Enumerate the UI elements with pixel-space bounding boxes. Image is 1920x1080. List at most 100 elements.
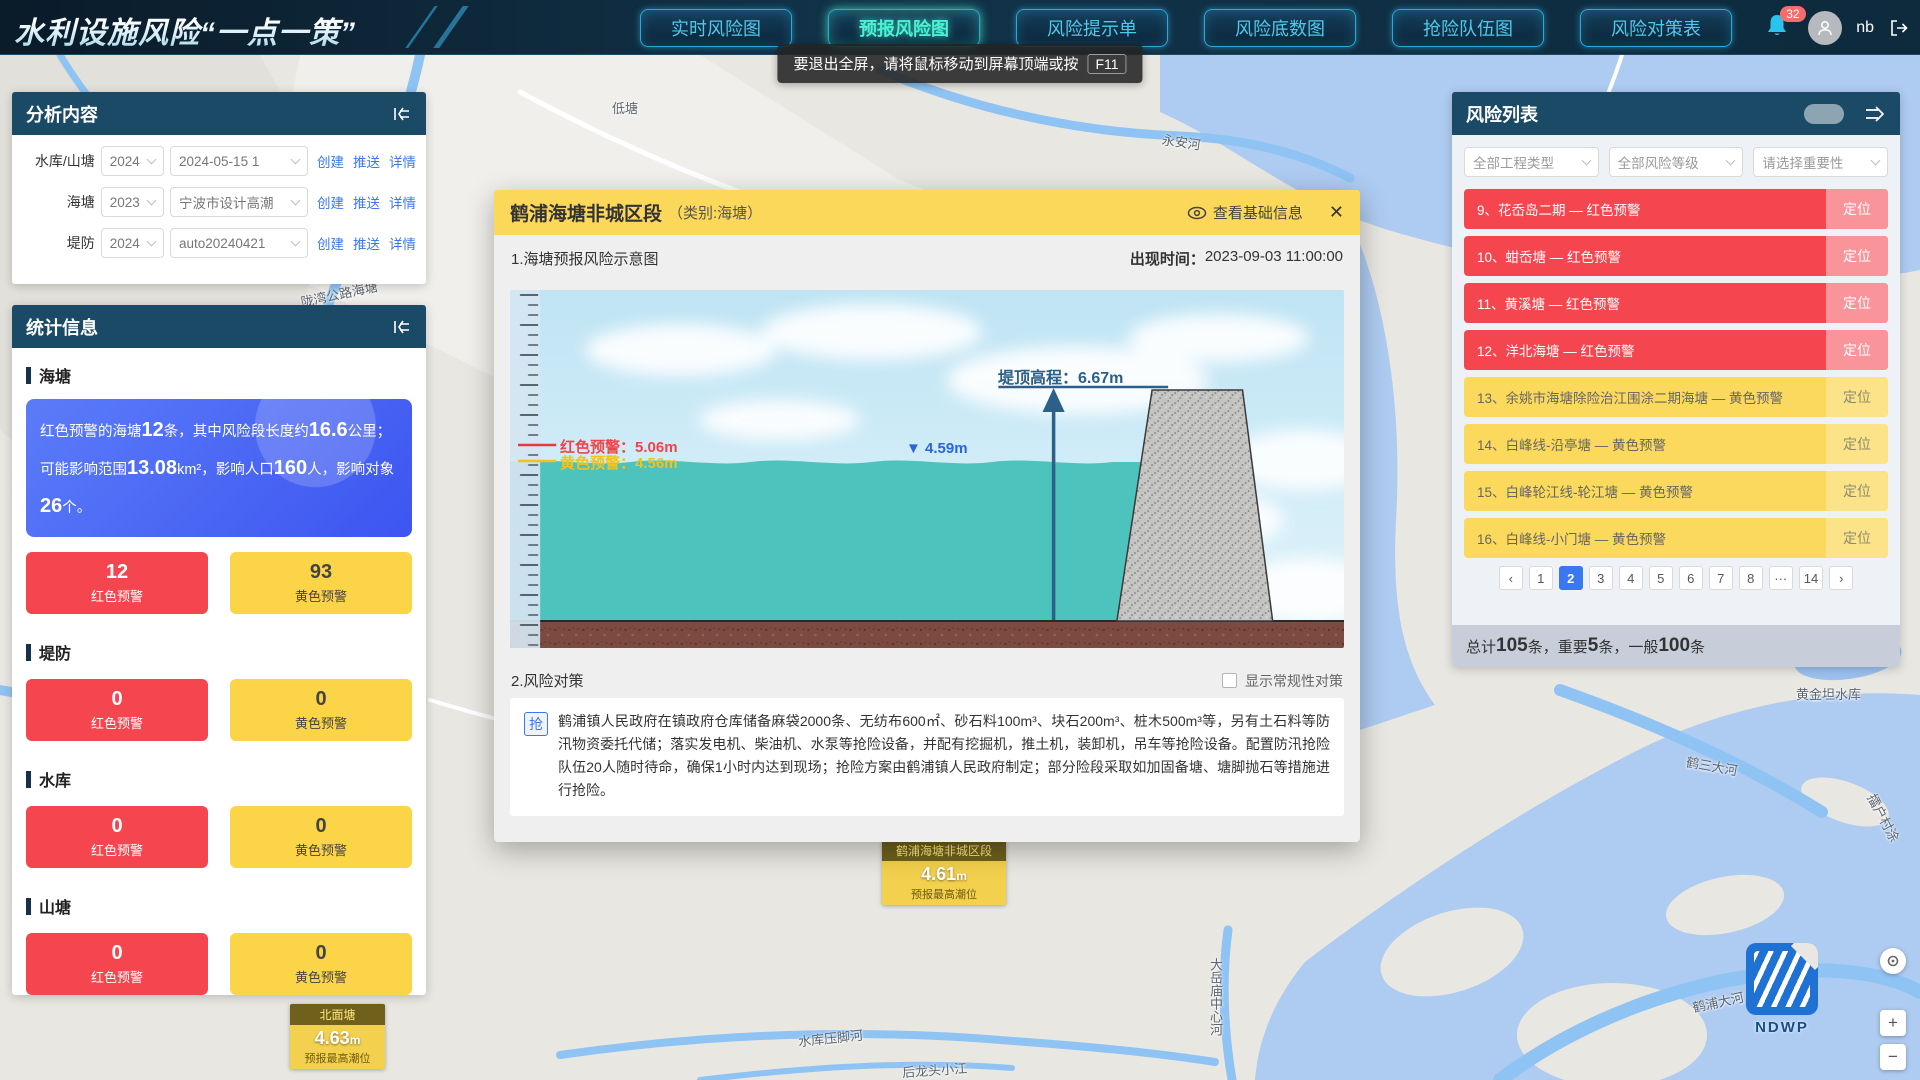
- locate-button[interactable]: 定位: [1826, 236, 1888, 276]
- locate-button[interactable]: 定位: [1826, 189, 1888, 229]
- locate-icon: [1886, 954, 1900, 968]
- expand-right-icon[interactable]: [1864, 106, 1886, 122]
- water-level-marker-icon: ▼: [906, 440, 921, 457]
- risk-item[interactable]: 15、白峰轮江线-轮江塘 — 黄色预警定位: [1464, 471, 1888, 511]
- risk-level-filter[interactable]: 全部风险等级: [1609, 147, 1744, 177]
- page-button[interactable]: 1: [1529, 566, 1553, 590]
- tide-badge-caption: 预报最高潮位: [290, 1050, 385, 1069]
- locate-button[interactable]: 定位: [1826, 283, 1888, 323]
- page-button[interactable]: 4: [1619, 566, 1643, 590]
- risk-item[interactable]: 9、花岙岛二期 — 红色预警定位: [1464, 189, 1888, 229]
- nav-risk-countermeasure-table[interactable]: 风险对策表: [1580, 9, 1732, 47]
- analysis-row-dike: 堤防 2024 auto20240421 创建 推送 详情: [22, 228, 416, 258]
- risk-list-toggle[interactable]: [1804, 104, 1844, 124]
- modal-meta-row: 1.海塘预报风险示意图 出现时间： 2023-09-03 11:00:00: [511, 248, 1343, 269]
- reservoir-red-warning-card[interactable]: 0红色预警: [26, 806, 208, 868]
- notification-button[interactable]: 32: [1764, 12, 1794, 44]
- push-link[interactable]: 推送: [353, 192, 380, 212]
- dike-yellow-warning-card[interactable]: 0黄色预警: [230, 679, 412, 741]
- nav-realtime-risk-map[interactable]: 实时风险图: [640, 9, 792, 47]
- pond-red-warning-card[interactable]: 0红色预警: [26, 933, 208, 995]
- chevron-down-icon: [291, 155, 301, 165]
- create-link[interactable]: 创建: [317, 192, 344, 212]
- risk-filters: 全部工程类型 全部风险等级 请选择重要性: [1452, 135, 1900, 181]
- risk-list-header: 风险列表: [1452, 92, 1900, 135]
- tide-badge-beimiantang[interactable]: 北面塘 4.63m 预报最高潮位: [290, 1004, 385, 1069]
- risk-item[interactable]: 14、白峰线-沿亭塘 — 黄色预警定位: [1464, 424, 1888, 464]
- chevron-down-icon: [1726, 156, 1736, 166]
- username: nb: [1856, 19, 1874, 37]
- page-button-current[interactable]: 2: [1559, 566, 1583, 590]
- seawall-yellow-warning-card[interactable]: 93黄色预警: [230, 552, 412, 614]
- chevron-down-icon: [147, 155, 157, 165]
- view-basic-info-button[interactable]: 查看基础信息: [1187, 202, 1303, 223]
- year-select[interactable]: 2024: [101, 228, 164, 258]
- page-button[interactable]: 8: [1739, 566, 1763, 590]
- scheme-select[interactable]: 宁波市设计高潮: [170, 187, 308, 217]
- project-type-filter[interactable]: 全部工程类型: [1464, 147, 1599, 177]
- page-button[interactable]: 5: [1649, 566, 1673, 590]
- page-button[interactable]: 3: [1589, 566, 1613, 590]
- tide-badge-name: 北面塘: [290, 1004, 385, 1025]
- show-regular-countermeasures-checkbox[interactable]: [1222, 673, 1237, 688]
- page-button[interactable]: 7: [1709, 566, 1733, 590]
- pond-yellow-warning-card[interactable]: 0黄色预警: [230, 933, 412, 995]
- create-link[interactable]: 创建: [317, 151, 344, 171]
- chevron-down-icon: [291, 237, 301, 247]
- locate-button[interactable]: 定位: [1826, 377, 1888, 417]
- row-label: 海塘: [22, 192, 95, 212]
- page-button[interactable]: 6: [1679, 566, 1703, 590]
- map-zoom-out-button[interactable]: −: [1880, 1044, 1906, 1070]
- map-zoom-in-button[interactable]: +: [1880, 1010, 1906, 1036]
- yellow-warning-level-label: 黄色预警：4.56m: [560, 452, 678, 473]
- nav-rescue-team-map[interactable]: 抢险队伍图: [1392, 9, 1544, 47]
- importance-filter[interactable]: 请选择重要性: [1753, 147, 1888, 177]
- risk-item[interactable]: 13、余姚市海塘除险治江围涂二期海塘 — 黄色预警定位: [1464, 377, 1888, 417]
- scheme-select[interactable]: auto20240421: [170, 228, 308, 258]
- fullscreen-toast: 要退出全屏，请将鼠标移动到屏幕顶端或按 F11: [777, 44, 1142, 83]
- risk-item[interactable]: 12、洋北海塘 — 红色预警定位: [1464, 330, 1888, 370]
- risk-item[interactable]: 11、黄溪塘 — 红色预警定位: [1464, 283, 1888, 323]
- tide-badge-hepu[interactable]: 鹤浦海塘非城区段 4.61m 预报最高潮位: [882, 840, 1006, 905]
- section-reservoir: 水库: [26, 767, 412, 791]
- occurrence-time-label: 出现时间：: [1130, 248, 1205, 269]
- seawall-red-warning-card[interactable]: 12红色预警: [26, 552, 208, 614]
- page-button[interactable]: 14: [1799, 566, 1823, 590]
- detail-link[interactable]: 详情: [389, 192, 416, 212]
- dike-red-warning-card[interactable]: 0红色预警: [26, 679, 208, 741]
- map-label: 低塘: [612, 98, 638, 117]
- countermeasure-text: 鹤浦镇人民政府在镇政府仓库储备麻袋2000条、无纺布600㎡、砂石料100m³、…: [558, 710, 1330, 802]
- countermeasure-box: 抢 鹤浦镇人民政府在镇政府仓库储备麻袋2000条、无纺布600㎡、砂石料100m…: [510, 698, 1344, 816]
- nav-forecast-risk-map[interactable]: 预报风险图: [828, 9, 980, 47]
- chevron-down-icon: [147, 196, 157, 206]
- locate-button[interactable]: 定位: [1826, 471, 1888, 511]
- section-dike: 堤防: [26, 640, 412, 664]
- more-pages-button[interactable]: ···: [1769, 566, 1793, 590]
- collapse-icon[interactable]: [392, 319, 412, 335]
- year-select[interactable]: 2024: [101, 146, 164, 176]
- nav-risk-notice-list[interactable]: 风险提示单: [1016, 9, 1168, 47]
- nav-risk-base-map[interactable]: 风险底数图: [1204, 9, 1356, 47]
- collapse-icon[interactable]: [392, 106, 412, 122]
- year-select[interactable]: 2023: [101, 187, 164, 217]
- prev-page-button[interactable]: ‹: [1499, 566, 1523, 590]
- locate-button[interactable]: 定位: [1826, 330, 1888, 370]
- map-locate-button[interactable]: [1880, 948, 1906, 974]
- risk-item[interactable]: 16、白峰线-小门塘 — 黄色预警定位: [1464, 518, 1888, 558]
- next-page-button[interactable]: ›: [1829, 566, 1853, 590]
- risk-item[interactable]: 10、蚶岙塘 — 红色预警定位: [1464, 236, 1888, 276]
- push-link[interactable]: 推送: [353, 233, 380, 253]
- close-icon[interactable]: ✕: [1329, 202, 1344, 223]
- create-link[interactable]: 创建: [317, 233, 344, 253]
- avatar[interactable]: [1808, 11, 1842, 45]
- locate-button[interactable]: 定位: [1826, 424, 1888, 464]
- reservoir-yellow-warning-card[interactable]: 0黄色预警: [230, 806, 412, 868]
- section-pond: 山塘: [26, 894, 412, 918]
- detail-link[interactable]: 详情: [389, 233, 416, 253]
- row-label: 堤防: [22, 233, 95, 253]
- push-link[interactable]: 推送: [353, 151, 380, 171]
- logout-icon[interactable]: [1888, 17, 1910, 39]
- detail-link[interactable]: 详情: [389, 151, 416, 171]
- locate-button[interactable]: 定位: [1826, 518, 1888, 558]
- scheme-select[interactable]: 2024-05-15 1: [170, 146, 308, 176]
